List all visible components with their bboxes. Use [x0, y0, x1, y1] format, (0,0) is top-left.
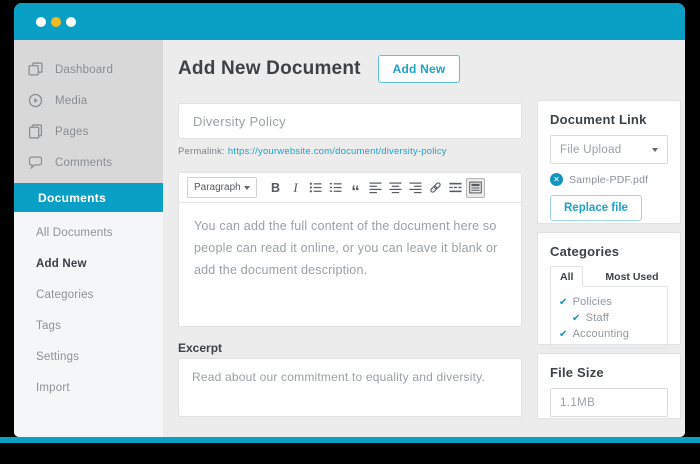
excerpt-textarea[interactable]: Read about our commitment to equality an… [178, 358, 522, 417]
sidebar-item-dashboard[interactable]: Dashboard [14, 54, 163, 85]
category-label: Policies [572, 296, 613, 308]
remove-file-icon[interactable]: ✕ [550, 173, 563, 186]
file-size-input[interactable] [550, 388, 668, 417]
sidebar-item-categories[interactable]: Categories [14, 279, 163, 310]
panel-title: Document Link [550, 112, 647, 127]
sidebar-item-label: Add New [36, 257, 87, 270]
sidebar-item-tags[interactable]: Tags [14, 310, 163, 341]
editor-content-area[interactable]: You can add the full content of the docu… [179, 203, 521, 326]
align-center-icon[interactable] [386, 178, 405, 198]
window-titlebar [14, 3, 685, 40]
window-dot-icon [66, 16, 76, 27]
chevron-down-icon [652, 147, 658, 152]
bold-icon[interactable]: B [266, 178, 285, 198]
pages-icon [28, 124, 43, 139]
attached-file-row: ✕ Sample-PDF.pdf [550, 173, 668, 186]
sidebar-item-label: Comments [55, 156, 113, 169]
sidebar-item-label: Import [36, 381, 70, 394]
document-title-input[interactable] [178, 103, 522, 139]
categories-panel: Categories All Most Used ✔ Policies ✔ St… [537, 232, 681, 349]
sidebar-documents-submenu: All Documents Add New Categories Tags Se… [14, 212, 163, 403]
main-content: Add New Document Add New Permalink:https… [163, 40, 685, 437]
comments-icon [28, 155, 43, 170]
sidebar-item-label: Settings [36, 350, 80, 363]
sidebar-item-documents[interactable]: Documents [14, 183, 163, 212]
bottom-ribbon [0, 437, 700, 443]
category-row-accounting[interactable]: ✔ Accounting [559, 326, 659, 342]
permalink-label: Permalink: [178, 146, 225, 157]
link-icon[interactable] [426, 178, 445, 198]
category-row-policies[interactable]: ✔ Policies [559, 294, 659, 310]
media-icon [28, 93, 43, 108]
tab-all[interactable]: All [550, 266, 584, 287]
dashboard-icon [28, 62, 43, 77]
permalink: Permalink: https://yourwebsite.com/docume… [178, 146, 447, 157]
checkbox-checked-icon[interactable]: ✔ [572, 313, 581, 324]
desktop-background: Dashboard Media Pages Comments Documents… [0, 0, 700, 464]
bulleted-list-icon[interactable] [306, 178, 325, 198]
replace-file-button[interactable]: Replace file [550, 195, 642, 221]
app-window: Dashboard Media Pages Comments Documents… [14, 3, 685, 437]
editor-toolbar: Paragraph B I “ [179, 173, 521, 203]
sidebar-item-all-documents[interactable]: All Documents [14, 217, 163, 248]
sidebar-item-import[interactable]: Import [14, 372, 163, 403]
read-more-icon[interactable] [446, 178, 465, 198]
content-editor: Paragraph B I “ You can add the full con… [178, 172, 522, 327]
sidebar-item-pages[interactable]: Pages [14, 116, 163, 147]
sidebar-item-label: Documents [38, 190, 107, 205]
paragraph-dropdown[interactable]: Paragraph [187, 177, 257, 198]
panel-title: Categories [550, 244, 620, 259]
category-row-staff[interactable]: ✔ Staff [559, 310, 659, 326]
sidebar: Dashboard Media Pages Comments Documents… [14, 40, 163, 437]
category-label: Staff [585, 312, 610, 324]
categories-list: ✔ Policies ✔ Staff ✔ Accounting [550, 286, 668, 349]
excerpt-label: Excerpt [178, 341, 223, 355]
sidebar-item-add-new[interactable]: Add New [14, 248, 163, 279]
sidebar-item-media[interactable]: Media [14, 85, 163, 116]
numbered-list-icon[interactable] [326, 178, 345, 198]
sidebar-item-label: Categories [36, 288, 94, 301]
window-dot-icon [51, 16, 61, 27]
align-left-icon[interactable] [366, 178, 385, 198]
page-title: Add New Document [178, 58, 361, 79]
blockquote-icon[interactable]: “ [346, 178, 365, 200]
align-right-icon[interactable] [406, 178, 425, 198]
category-label: Accounting [572, 328, 630, 340]
sidebar-item-label: Pages [55, 125, 89, 138]
file-upload-dropdown[interactable]: File Upload [550, 135, 668, 164]
checkbox-checked-icon[interactable]: ✔ [559, 297, 568, 308]
page-header: Add New Document Add New [178, 55, 461, 83]
sidebar-item-settings[interactable]: Settings [14, 341, 163, 372]
chevron-down-icon [244, 185, 250, 190]
checkbox-checked-icon[interactable]: ✔ [559, 329, 568, 340]
panel-title: File Size [550, 365, 604, 380]
permalink-link[interactable]: https://yourwebsite.com/document/diversi… [228, 146, 447, 157]
document-link-panel: Document Link File Upload ✕ Sample-PDF.p… [537, 100, 681, 224]
categories-tabs: All Most Used [550, 266, 668, 287]
window-dot-icon [36, 16, 46, 27]
sidebar-item-label: All Documents [36, 226, 113, 239]
sidebar-item-label: Tags [36, 319, 62, 332]
toolbar-toggle-icon[interactable] [466, 177, 485, 198]
sidebar-top-section: Dashboard Media Pages Comments [14, 40, 163, 183]
file-size-panel: File Size [537, 353, 681, 419]
attached-file-name: Sample-PDF.pdf [569, 173, 649, 186]
document-title-field-wrap [178, 103, 522, 139]
italic-icon[interactable]: I [286, 178, 305, 198]
sidebar-item-label: Media [55, 94, 88, 107]
sidebar-item-comments[interactable]: Comments [14, 147, 163, 178]
tab-most-used[interactable]: Most Used [605, 271, 658, 287]
add-new-button[interactable]: Add New [377, 55, 461, 83]
sidebar-item-label: Dashboard [55, 63, 114, 76]
